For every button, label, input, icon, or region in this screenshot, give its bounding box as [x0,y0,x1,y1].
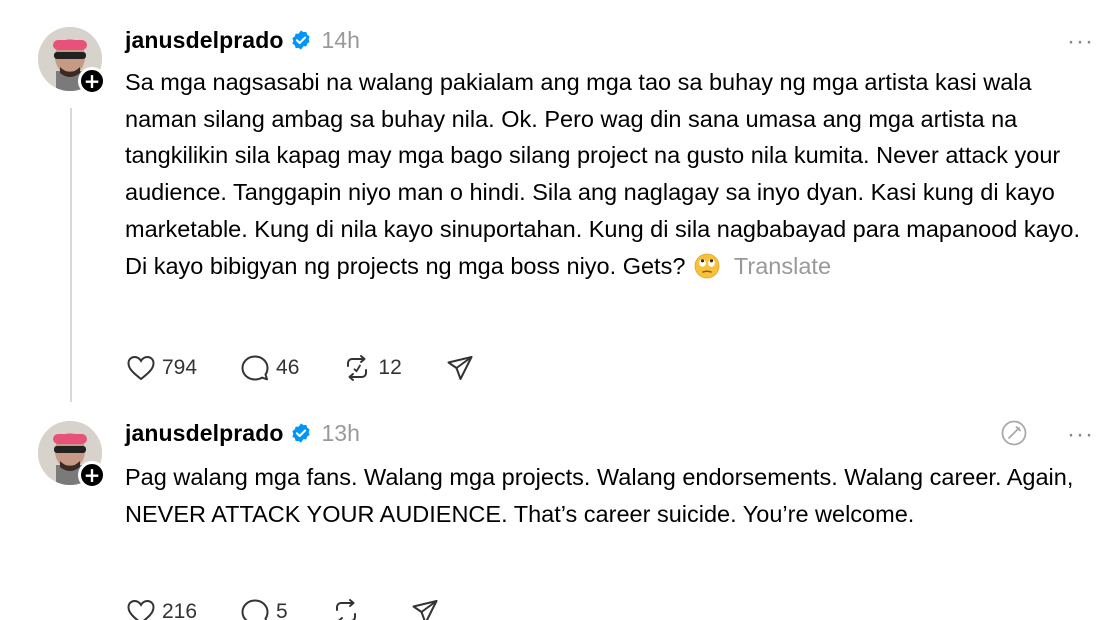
repost-icon [347,355,368,381]
username[interactable]: janusdelprado [125,27,284,54]
username[interactable]: janusdelprado [125,420,284,447]
translate-link[interactable]: Translate [734,253,831,279]
thread-connector-line [70,108,72,402]
repost-count: 12 [378,356,402,379]
reply-button[interactable]: 5 [239,596,288,620]
reply-count: 46 [276,356,300,379]
heart-icon [127,355,155,381]
more-options-button[interactable]: ··· [1067,30,1094,54]
follow-plus-icon[interactable]: + [78,67,106,95]
more-options-button[interactable]: ··· [1067,423,1094,447]
post-text: Sa mga nagsasabi na walang pakialam ang … [125,64,1100,284]
comment-icon [241,599,269,620]
like-count: 794 [162,356,198,379]
post-body: Sa mga nagsasabi na walang pakialam ang … [125,69,1081,279]
heart-icon [127,599,155,620]
reply-count: 5 [276,600,288,620]
post-timestamp[interactable]: 13h [322,420,360,447]
repost-button[interactable]: 12 [341,352,402,384]
repost-icon [335,599,356,620]
edited-icon[interactable] [1000,419,1028,447]
like-count: 216 [162,600,198,620]
like-button[interactable]: 794 [125,352,197,384]
post-text: Pag walang mga fans. Walang mga projects… [125,459,1100,532]
post-body: Pag walang mga fans. Walang mga projects… [125,464,1074,527]
reply-button[interactable]: 46 [239,352,299,384]
share-button[interactable] [444,352,476,384]
avatar[interactable]: + [38,27,106,95]
face-with-rolling-eyes-emoji [694,253,720,279]
post-header: janusdelprado 14h [125,25,360,55]
verified-badge-icon [290,29,312,51]
verified-badge-icon [290,422,312,444]
repost-button[interactable] [330,596,367,620]
post-timestamp[interactable]: 14h [322,27,360,54]
comment-icon [241,355,269,381]
send-icon [412,600,438,620]
post-actions: 794 46 12 [125,352,518,384]
post-actions: 216 5 [125,596,483,620]
share-button[interactable] [409,596,441,620]
like-button[interactable]: 216 [125,596,197,620]
follow-plus-icon[interactable]: + [78,461,106,489]
post-header: janusdelprado 13h [125,418,360,448]
send-icon [447,356,473,380]
avatar[interactable]: + [38,421,106,489]
